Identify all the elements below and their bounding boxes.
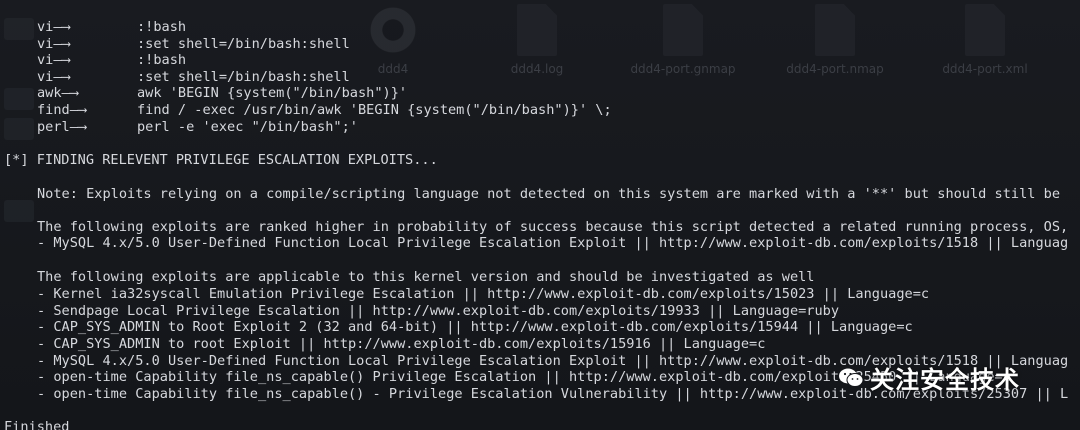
escape-command: awk 'BEGIN {system("/bin/bash")}' bbox=[137, 85, 408, 101]
exploit-line: - CAP_SYS_ADMIN to root Exploit || http:… bbox=[37, 336, 766, 352]
escape-binary: vi—⟶ bbox=[37, 69, 70, 85]
finished-line: Finished bbox=[4, 419, 70, 430]
escape-binary: perl—⟶ bbox=[37, 119, 87, 135]
escape-command: perl -e 'exec "/bin/bash";' bbox=[137, 119, 358, 135]
escape-binary: awk—⟶ bbox=[37, 85, 78, 101]
wechat-icon bbox=[838, 367, 864, 389]
desktop-screen: ddd4 ddd4.log ddd4-port.gnmap ddd4-port.… bbox=[0, 0, 1080, 430]
escape-line: awk—⟶ bbox=[37, 85, 78, 102]
escape-command: :set shell=/bin/bash:shell bbox=[137, 36, 350, 52]
escape-line: perl—⟶ bbox=[37, 119, 86, 136]
escape-line: vi—⟶ bbox=[37, 19, 70, 36]
watermark-text: 关注安全技术 bbox=[870, 366, 1020, 394]
escape-line: find—⟶ bbox=[37, 102, 86, 119]
escape-command: :!bash bbox=[137, 19, 187, 35]
escape-line: vi—⟶ bbox=[37, 36, 70, 53]
escape-binary: vi—⟶ bbox=[37, 52, 70, 68]
watermark: 关注安全技术 bbox=[838, 360, 1020, 395]
escape-binary: vi—⟶ bbox=[37, 19, 70, 35]
note-line: Note: Exploits relying on a compile/scri… bbox=[37, 186, 1061, 202]
exploit-line: - CAP_SYS_ADMIN to Root Exploit 2 (32 an… bbox=[37, 319, 913, 335]
escape-command: find / -exec /usr/bin/awk 'BEGIN {system… bbox=[137, 102, 612, 118]
escape-command: :!bash bbox=[137, 52, 187, 68]
escape-binary: vi—⟶ bbox=[37, 36, 70, 52]
exploit-line: - Sendpage Local Privilege Escalation ||… bbox=[37, 303, 840, 319]
section-header: [*] FINDING RELEVENT PRIVILEGE ESCALATIO… bbox=[4, 152, 438, 168]
escape-binary: find—⟶ bbox=[37, 102, 87, 118]
escape-line: vi—⟶ bbox=[37, 52, 70, 69]
ranked-intro: The following exploits are ranked higher… bbox=[37, 219, 1069, 235]
applicable-intro: The following exploits are applicable to… bbox=[37, 269, 815, 285]
escape-command: :set shell=/bin/bash:shell bbox=[137, 69, 350, 85]
escape-line: vi—⟶ bbox=[37, 69, 70, 86]
exploit-line: - Kernel ia32syscall Emulation Privilege… bbox=[37, 286, 930, 302]
exploit-line: - MySQL 4.x/5.0 User-Defined Function Lo… bbox=[37, 235, 1069, 251]
